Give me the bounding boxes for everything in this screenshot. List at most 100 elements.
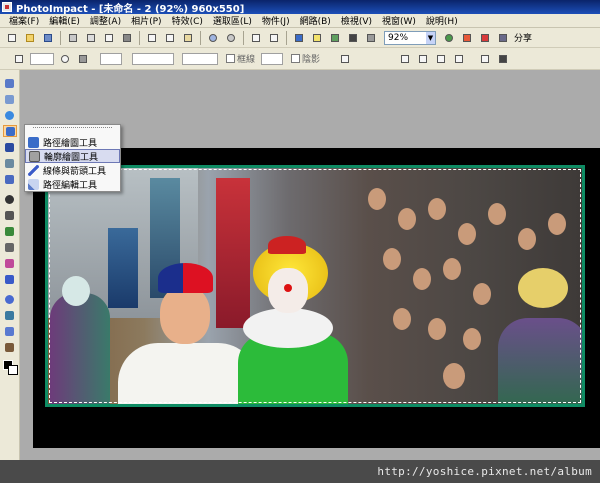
apply-icon[interactable] <box>416 52 430 66</box>
photo-man-body <box>118 343 258 404</box>
layer-icon[interactable] <box>452 52 466 66</box>
sides-input[interactable] <box>100 52 122 65</box>
flyout-item-path-edit[interactable]: 路徑編輯工具 <box>25 177 120 191</box>
retouch-tool-icon[interactable] <box>3 242 17 254</box>
title-bar: PhotoImpact - [未命名 - 2 (92%) 960x550] <box>0 0 600 15</box>
menu-effects[interactable]: 特效(C) <box>167 14 208 27</box>
stamp-tool-icon[interactable] <box>3 310 17 322</box>
toolbar-separator <box>139 30 140 45</box>
clone-tool-icon[interactable] <box>3 226 17 238</box>
camera-icon[interactable] <box>120 31 134 45</box>
star-shape-icon[interactable] <box>76 52 90 66</box>
photo-boy-body <box>498 318 582 404</box>
eraser-icon[interactable] <box>3 258 17 270</box>
flyout-grip[interactable] <box>33 127 112 133</box>
menu-window[interactable]: 視窗(W) <box>377 14 421 27</box>
menu-object[interactable]: 物件(J) <box>257 14 295 27</box>
photo-person <box>368 188 386 210</box>
new-file-icon[interactable] <box>5 31 19 45</box>
mode-select[interactable] <box>132 52 174 65</box>
attribute-toolbar: 框線 陰影 <box>0 48 600 70</box>
color-adjust-icon[interactable] <box>328 31 342 45</box>
paste-icon[interactable] <box>181 31 195 45</box>
line-arrow-icon <box>28 164 39 176</box>
photo-object[interactable] <box>45 165 585 407</box>
grid-icon[interactable] <box>102 31 116 45</box>
home-icon[interactable] <box>478 52 492 66</box>
copy-icon[interactable] <box>163 31 177 45</box>
panel-icon[interactable] <box>496 52 510 66</box>
path-drawing-tool-icon[interactable] <box>3 125 17 137</box>
shape-option-icon[interactable] <box>338 52 352 66</box>
menu-selection[interactable]: 選取區(L) <box>208 14 257 27</box>
redo-icon[interactable] <box>224 31 238 45</box>
image-info-icon[interactable] <box>249 31 263 45</box>
menu-file[interactable]: 檔案(F) <box>4 14 44 27</box>
border-checkbox[interactable] <box>226 54 235 63</box>
red-eye-tool-icon[interactable] <box>3 342 17 354</box>
clear-icon[interactable] <box>434 52 448 66</box>
undo-icon[interactable] <box>206 31 220 45</box>
photo-person <box>518 228 536 250</box>
globe-icon[interactable] <box>442 31 456 45</box>
menu-adjust[interactable]: 調整(A) <box>85 14 126 27</box>
menu-web[interactable]: 網路(B) <box>295 14 336 27</box>
flyout-item-line-arrow[interactable]: 線條與箭頭工具 <box>25 163 120 177</box>
grid-tool-icon[interactable] <box>3 174 17 186</box>
zoom-tool-icon[interactable] <box>3 294 17 306</box>
text-tool-icon[interactable] <box>3 142 17 154</box>
crop-icon[interactable] <box>267 31 281 45</box>
fill-tool-icon[interactable] <box>3 274 17 286</box>
save-icon[interactable] <box>41 31 55 45</box>
transform-tool-icon[interactable] <box>3 94 17 106</box>
scissors-icon[interactable] <box>398 52 412 66</box>
shape-select[interactable] <box>30 52 54 65</box>
photo-image <box>48 168 582 404</box>
photo-person <box>393 308 411 330</box>
paint-brush-icon[interactable] <box>3 210 17 222</box>
enhance-icon[interactable] <box>292 31 306 45</box>
web-icon[interactable] <box>478 31 492 45</box>
zoom-select[interactable]: 92% ▼ <box>384 30 436 45</box>
shadow-checkbox[interactable] <box>291 54 301 63</box>
photo-man-cap <box>158 263 213 293</box>
scan-icon[interactable] <box>66 31 80 45</box>
shape-rect-icon[interactable] <box>12 52 26 66</box>
menu-photo[interactable]: 相片(P) <box>126 14 166 27</box>
pick-tool-icon[interactable] <box>3 78 17 90</box>
photo-man-face <box>160 286 210 344</box>
cut-icon[interactable] <box>145 31 159 45</box>
document-canvas[interactable] <box>33 148 600 448</box>
photo-jester-face <box>62 276 90 306</box>
open-folder-icon[interactable] <box>23 31 37 45</box>
menu-view[interactable]: 檢視(V) <box>336 14 377 27</box>
watermark-text: http://yoshice.pixnet.net/album <box>377 465 592 478</box>
menu-help[interactable]: 說明(H) <box>421 14 463 27</box>
eye-tool-icon[interactable] <box>3 194 17 206</box>
crop-tool-icon[interactable] <box>3 158 17 170</box>
menu-edit[interactable]: 編輯(E) <box>44 14 85 27</box>
border-width-input[interactable] <box>261 52 284 65</box>
flyout-item-path-drawing[interactable]: 路徑繪圖工具 <box>25 135 120 149</box>
color-select[interactable] <box>182 52 218 65</box>
email-icon[interactable] <box>460 31 474 45</box>
brightness-icon[interactable] <box>310 31 324 45</box>
share-icon[interactable] <box>496 31 510 45</box>
photo-clown-nose <box>284 284 292 292</box>
selection-tool-icon[interactable] <box>3 110 17 122</box>
flyout-item-outline-drawing[interactable]: 輪廓繪圖工具 <box>25 149 120 163</box>
path-edit-icon <box>28 178 39 190</box>
photo-person <box>463 328 481 350</box>
background-color-swatch[interactable] <box>8 365 18 375</box>
photo-person <box>428 198 446 220</box>
path-mode-icon[interactable] <box>58 52 72 66</box>
chevron-down-icon[interactable]: ▼ <box>426 31 435 44</box>
tool-panel <box>0 70 20 460</box>
red-eye-icon[interactable] <box>346 31 360 45</box>
photo-person <box>383 248 401 270</box>
share-button[interactable]: 分享 <box>514 31 532 44</box>
levels-icon[interactable] <box>364 31 378 45</box>
eyedropper-icon[interactable] <box>3 326 17 338</box>
photo-person <box>428 318 446 340</box>
print-icon[interactable] <box>84 31 98 45</box>
